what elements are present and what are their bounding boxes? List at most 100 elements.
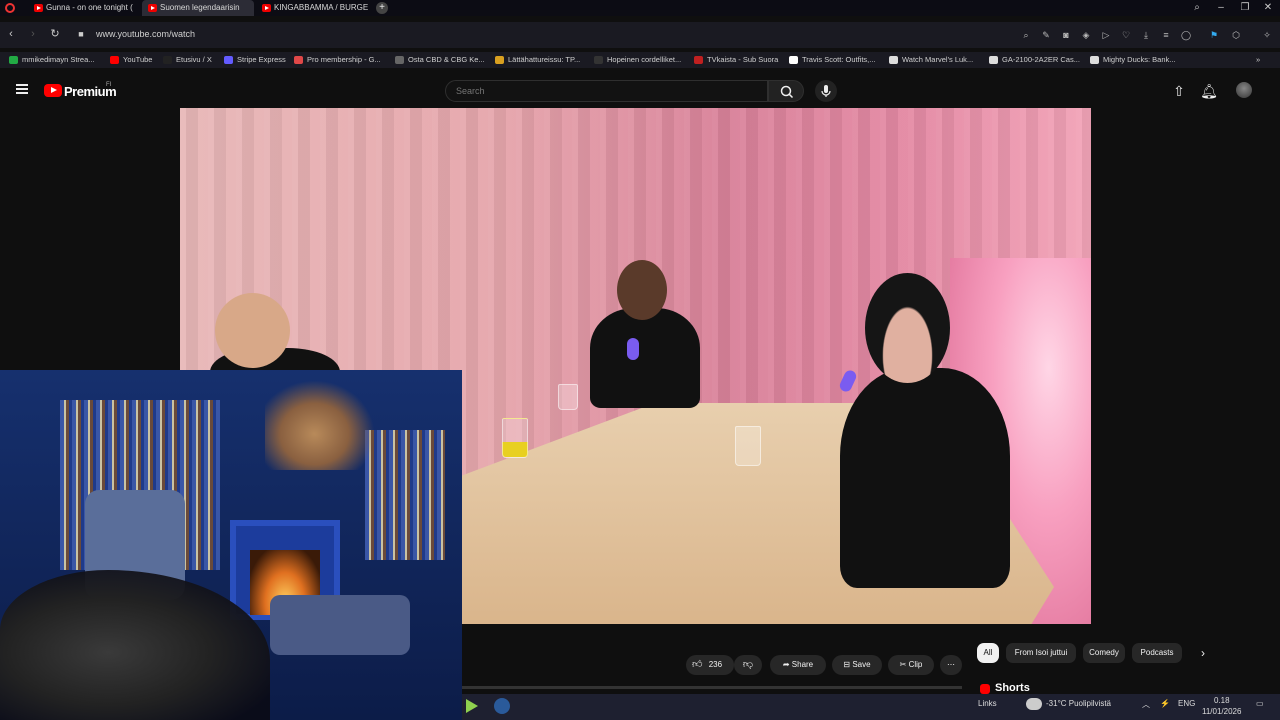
- reload-button[interactable]: ↻: [48, 27, 62, 41]
- chip-from-channel[interactable]: From Isoi juttui: [1006, 643, 1076, 663]
- chip-all[interactable]: All: [977, 643, 999, 663]
- more-actions-button[interactable]: ⋯: [940, 655, 962, 675]
- weather-text[interactable]: -31°C Puolipilvistä: [1046, 699, 1111, 708]
- notifications-icon[interactable]: ▭: [1256, 699, 1264, 708]
- browser-tab-strip: Gunna - on one tonight ( Suomen legendaa…: [0, 0, 1280, 16]
- bookmark-item[interactable]: Hopeinen cordelliket...: [594, 54, 681, 66]
- shield-icon[interactable]: ◈: [1080, 29, 1092, 41]
- clock-date[interactable]: 11/01/2026: [1202, 707, 1241, 716]
- bookmarks-overflow-button[interactable]: »: [1256, 54, 1260, 66]
- video-person-center: [590, 308, 700, 408]
- weather-icon: [1026, 698, 1042, 710]
- upload-icon[interactable]: ⇧: [1170, 82, 1188, 100]
- bookmark-item[interactable]: Pro membership - G...: [294, 54, 381, 66]
- like-button[interactable]: 👍︎ 236: [686, 655, 734, 675]
- save-button[interactable]: ⊟ Save: [832, 655, 882, 675]
- tray-overflow-icon[interactable]: ︿: [1142, 699, 1150, 710]
- tab-search-icon[interactable]: ⌕: [1185, 0, 1209, 16]
- browser-tab[interactable]: KINGABBAMMA / BURGE: [256, 0, 368, 16]
- bookmark-label: Travis Scott: Outfits,...: [802, 55, 876, 64]
- microphone-icon: [837, 368, 859, 394]
- bookmark-favicon-icon: [594, 56, 603, 64]
- ai-icon[interactable]: ✧: [1256, 29, 1278, 41]
- taskbar: Links -31°C Puolipilvistä ︿ ⚡ ENG 0.18 1…: [462, 694, 1280, 720]
- avatar[interactable]: [1236, 82, 1252, 98]
- search-button[interactable]: [768, 80, 804, 102]
- opera-logo-icon[interactable]: [5, 3, 15, 13]
- camera-icon[interactable]: ◙: [1060, 29, 1072, 41]
- clock-time[interactable]: 0.18: [1214, 696, 1230, 705]
- edit-icon[interactable]: ✎: [1040, 29, 1052, 41]
- bookmark-item[interactable]: Stripe Express: [224, 54, 286, 66]
- search-input[interactable]: [445, 80, 768, 102]
- region-code: FI: [106, 82, 112, 88]
- download-icon[interactable]: ⤓: [1140, 29, 1152, 41]
- extension-icon[interactable]: ⚑: [1208, 29, 1220, 41]
- bookmark-item[interactable]: mmikedimayn Strea...: [9, 54, 95, 66]
- progress-track[interactable]: [462, 686, 962, 689]
- language-indicator[interactable]: ENG: [1178, 699, 1195, 708]
- new-tab-button[interactable]: +: [376, 2, 388, 14]
- save-label: Save: [852, 660, 871, 669]
- restore-button[interactable]: ❐: [1233, 0, 1257, 16]
- chip-comedy[interactable]: Comedy: [1083, 643, 1125, 663]
- video-head-center: [617, 260, 667, 320]
- profile-icon[interactable]: ◯: [1180, 29, 1192, 41]
- url-field[interactable]: www.youtube.com/watch: [96, 29, 195, 39]
- video-person-right: [840, 368, 1010, 588]
- video-head-left: [215, 293, 290, 368]
- clip-button[interactable]: ✂ Clip: [888, 655, 934, 675]
- voice-search-button[interactable]: [815, 80, 837, 102]
- moose-head-decor: [265, 380, 375, 470]
- bookmark-label: mmikedimayn Strea...: [22, 55, 95, 64]
- bookmark-favicon-icon: [163, 56, 172, 64]
- back-button[interactable]: ‹: [4, 27, 18, 41]
- menu-icon[interactable]: ≡: [1160, 29, 1172, 41]
- bookmark-item[interactable]: GA-2100-2A2ER Cas...: [989, 54, 1080, 66]
- browser-tab-active[interactable]: Suomen legendaarisin: [142, 0, 254, 16]
- dislike-button[interactable]: 👎︎: [734, 655, 762, 675]
- notifications-bell-icon[interactable]: 🔔︎: [1200, 82, 1218, 100]
- bookmark-item[interactable]: Travis Scott: Outfits,...: [789, 54, 876, 66]
- thumbs-down-icon: 👎︎: [742, 659, 754, 670]
- minimize-button[interactable]: –: [1209, 0, 1233, 16]
- network-icon[interactable]: ⚡: [1160, 699, 1170, 708]
- share-label: Share: [791, 660, 814, 669]
- bookmark-item[interactable]: YouTube: [110, 54, 152, 66]
- youtube-favicon-icon: [262, 4, 271, 12]
- heart-icon[interactable]: ♡: [1120, 29, 1132, 41]
- media-player-icon[interactable]: [466, 699, 478, 713]
- youtube-favicon-icon: [34, 4, 43, 12]
- bookmark-item[interactable]: TVkaista - Sub Suora: [694, 54, 778, 66]
- bookmarks-bar: mmikedimayn Strea... YouTube Etusivu / X…: [0, 52, 1280, 68]
- bookmark-item[interactable]: Mighty Ducks: Bank...: [1090, 54, 1176, 66]
- youtube-logo-icon[interactable]: [44, 84, 62, 97]
- bookmark-favicon-icon: [395, 56, 404, 64]
- scissors-icon: ✂: [899, 660, 907, 669]
- bookmark-label: Mighty Ducks: Bank...: [1103, 55, 1176, 64]
- share-button[interactable]: ➦ Share: [770, 655, 826, 675]
- links-toolbar[interactable]: Links: [978, 699, 997, 708]
- bookmark-item[interactable]: Watch Marvel's Luk...: [889, 54, 973, 66]
- bookmark-label: Etusivu / X: [176, 55, 212, 64]
- forward-button[interactable]: ›: [26, 27, 40, 41]
- zoom-icon[interactable]: ⌕: [1020, 29, 1032, 41]
- chips-next-button[interactable]: ›: [1192, 643, 1214, 663]
- bookmark-icon: ⊟: [843, 660, 851, 669]
- close-window-button[interactable]: ✕: [1256, 0, 1280, 16]
- bookmark-item[interactable]: Osta CBD & CBG Ke...: [395, 54, 485, 66]
- browser-tab[interactable]: Gunna - on one tonight (: [28, 0, 140, 16]
- play-icon[interactable]: ▷: [1100, 29, 1112, 41]
- like-count: 236: [708, 660, 723, 669]
- cube-icon[interactable]: ⬡: [1230, 29, 1242, 41]
- hamburger-menu-icon[interactable]: [16, 84, 28, 94]
- bookmark-favicon-icon: [9, 56, 18, 64]
- address-bar-row: ‹ › ↻ ■ www.youtube.com/watch ⌕ ✎ ◙ ◈ ▷ …: [0, 22, 1280, 48]
- glass-icon: [735, 426, 761, 466]
- bookmark-item[interactable]: Etusivu / X: [163, 54, 212, 66]
- steam-icon[interactable]: [494, 698, 510, 714]
- chip-podcasts[interactable]: Podcasts: [1132, 643, 1182, 663]
- youtube-header: Premium FI ⇧ 🔔︎: [0, 72, 1280, 108]
- bookmark-item[interactable]: Lättähattureissu: TP...: [495, 54, 580, 66]
- search-icon: [780, 85, 794, 99]
